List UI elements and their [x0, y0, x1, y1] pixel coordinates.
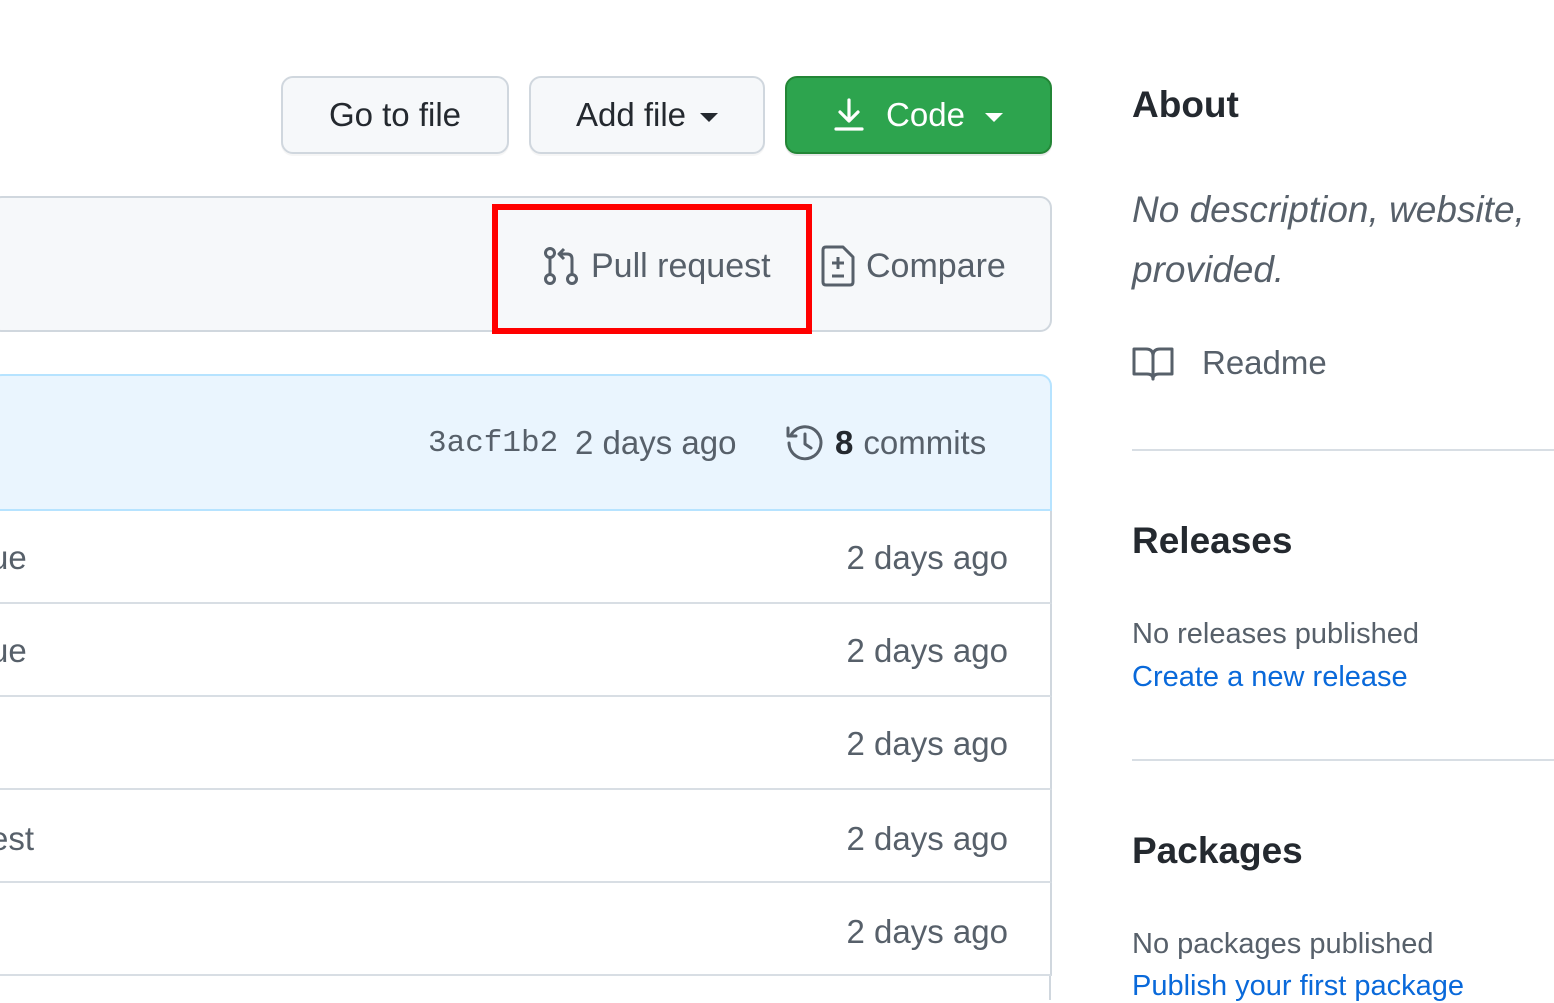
compare-link[interactable]: Compare [820, 245, 1006, 287]
about-description-line2: provided. [1132, 249, 1285, 290]
commits-label: commits [863, 424, 987, 461]
file-age: 2 days ago [846, 820, 1008, 857]
commit-age: 2 days ago [575, 420, 736, 466]
packages-empty-text: No packages published [1132, 928, 1434, 960]
file-diff-icon [820, 245, 856, 287]
commits-link[interactable]: 8 commits [785, 420, 986, 466]
releases-empty-text: No releases published [1132, 618, 1419, 650]
compare-label: Compare [866, 246, 1006, 285]
file-row[interactable]: ue 2 days ago [0, 511, 1052, 604]
file-age: 2 days ago [846, 913, 1008, 950]
file-row[interactable]: ue 2 days ago [0, 604, 1052, 697]
add-file-label: Add file [575, 96, 687, 133]
publish-package-link[interactable]: Publish your first package [1132, 970, 1464, 1003]
releases-heading[interactable]: Releases [1132, 520, 1292, 562]
file-age: 2 days ago [846, 539, 1008, 576]
code-label: Code [886, 96, 965, 133]
readme-label: Readme [1202, 344, 1327, 381]
file-row[interactable]: est 2 days ago [0, 790, 1052, 883]
create-release-link[interactable]: Create a new release [1132, 661, 1408, 694]
file-list-border [1049, 976, 1051, 1000]
code-button[interactable]: Code [785, 76, 1052, 154]
commit-count: 8 [835, 424, 854, 461]
file-age: 2 days ago [846, 632, 1008, 669]
file-row[interactable]: 2 days ago [0, 697, 1052, 790]
chevron-down-icon [700, 112, 719, 122]
commit-sha-text: 3acf1b2 [428, 425, 559, 461]
about-description: No description, website, provided. [1132, 180, 1554, 300]
about-description-line1: No description, website, [1132, 189, 1525, 230]
sidebar-divider [1132, 449, 1554, 451]
history-icon [785, 423, 825, 463]
file-age: 2 days ago [846, 725, 1008, 762]
sidebar-divider [1132, 759, 1554, 761]
file-row[interactable]: 2 days ago [0, 883, 1052, 976]
packages-heading[interactable]: Packages [1132, 830, 1303, 872]
download-icon [834, 98, 864, 132]
readme-link[interactable]: Readme [1132, 340, 1327, 386]
file-name[interactable]: est [0, 820, 34, 858]
commit-sha[interactable]: 3acf1b2 [428, 420, 558, 466]
commit-age-text: 2 days ago [575, 424, 737, 461]
go-to-file-label: Go to file [328, 96, 462, 133]
book-icon [1132, 345, 1174, 381]
file-name[interactable]: ue [0, 539, 27, 577]
highlight-annotation [492, 204, 812, 334]
go-to-file-button[interactable]: Go to file [281, 76, 509, 154]
about-heading: About [1132, 84, 1239, 125]
chevron-down-icon [984, 112, 1003, 122]
add-file-button[interactable]: Add file [529, 76, 765, 154]
file-name[interactable]: ue [0, 632, 27, 670]
